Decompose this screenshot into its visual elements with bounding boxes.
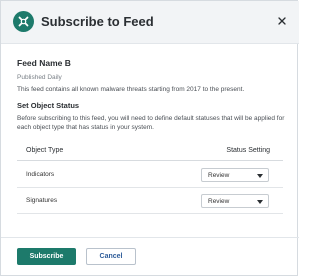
close-icon[interactable] xyxy=(275,14,289,28)
status-select-value: Review xyxy=(208,198,230,205)
table-row: Indicators Review xyxy=(17,162,283,188)
cancel-button[interactable]: Cancel xyxy=(86,248,136,265)
feed-frequency: Published Daily xyxy=(17,74,62,81)
subscribe-button[interactable]: Subscribe xyxy=(17,248,76,265)
shield-x-icon xyxy=(13,11,34,32)
column-header-object-type: Object Type xyxy=(26,147,64,154)
object-type-label: Indicators xyxy=(26,171,55,178)
table-row: Signatures Review xyxy=(17,188,283,214)
feed-description: This feed contains all known malware thr… xyxy=(17,86,245,93)
subscribe-dialog: Subscribe to Feed Feed Name B Published … xyxy=(0,0,299,276)
caret-down-icon xyxy=(257,174,263,178)
section-title: Set Object Status xyxy=(17,101,80,110)
status-select-value: Review xyxy=(208,172,230,179)
object-type-label: Signatures xyxy=(26,197,58,204)
section-description: Before subscribing to this feed, you wil… xyxy=(17,115,285,131)
footer-divider xyxy=(1,237,299,238)
dialog-header: Subscribe to Feed xyxy=(1,1,299,44)
column-header-status-setting: Status Setting xyxy=(226,147,270,154)
status-select-signatures[interactable]: Review xyxy=(201,194,269,208)
feed-name: Feed Name B xyxy=(17,58,71,68)
table-header: Object Type Status Setting xyxy=(17,141,283,161)
dialog-title: Subscribe to Feed xyxy=(41,14,154,29)
caret-down-icon xyxy=(257,200,263,204)
status-select-indicators[interactable]: Review xyxy=(201,168,269,182)
